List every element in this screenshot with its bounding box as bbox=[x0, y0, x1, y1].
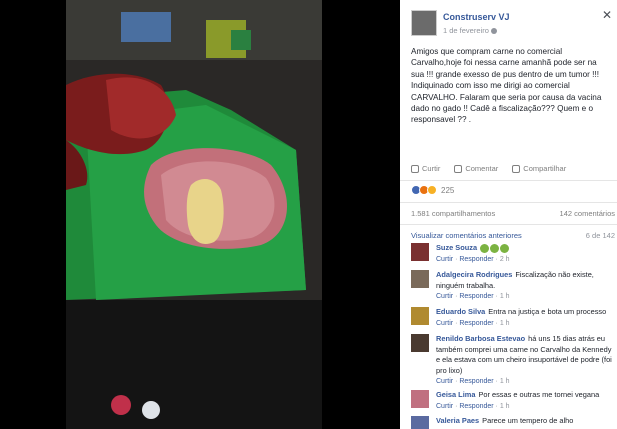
post-date-text: 1 de fevereiro bbox=[443, 26, 489, 35]
comment-icon bbox=[454, 164, 463, 173]
emoji-icon bbox=[500, 243, 510, 253]
close-icon[interactable]: ✕ bbox=[601, 9, 613, 21]
like-label: Curtir bbox=[422, 164, 441, 173]
comment-reply-link[interactable]: Responder bbox=[459, 293, 493, 300]
comment-time: 2 h bbox=[499, 255, 510, 263]
comment-like-link[interactable]: Curtir bbox=[436, 293, 453, 300]
comment-body: Renildo Barbosa Estevao há uns 15 dias at… bbox=[436, 334, 614, 388]
divider bbox=[400, 224, 617, 225]
comment-body: Eduardo Silva Entra na justiça e bota um … bbox=[436, 307, 614, 329]
comment-body: Adalgecira Rodrigues Fiscalização não exi… bbox=[436, 270, 614, 303]
comment-time: 1 h bbox=[499, 378, 510, 385]
commenter-avatar[interactable] bbox=[411, 307, 429, 325]
commenter-name[interactable]: Adalgecira Rodrigues bbox=[436, 270, 512, 279]
reaction-count: 225 bbox=[441, 185, 455, 195]
like-button[interactable]: Curtir bbox=[411, 164, 440, 173]
sad-reaction-icon bbox=[427, 185, 437, 195]
comment-meta: Curtir · Responder · 1 h bbox=[436, 402, 510, 410]
previous-comments-count: 6 de 142 bbox=[585, 231, 615, 240]
comment-label: Comentar bbox=[465, 164, 499, 173]
comment-reply-link[interactable]: Responder bbox=[459, 320, 493, 327]
comment-text: Parece um tempero de alho bbox=[482, 416, 574, 425]
commenter-avatar[interactable] bbox=[411, 390, 429, 408]
comment-time: 1 h bbox=[499, 319, 510, 327]
comment-meta: Curtir · Responder · 1 h bbox=[436, 319, 510, 327]
comment-meta: Curtir · Responder · 1 h bbox=[436, 378, 510, 385]
commenter-avatar[interactable] bbox=[411, 243, 429, 261]
post-text: Amigos que compram carne no comercial Ca… bbox=[411, 47, 602, 125]
comment-body: Suze Souza Curtir · Responder · 2 h bbox=[436, 243, 614, 265]
comment-like-link[interactable]: Curtir bbox=[436, 378, 453, 385]
comment-reply-link[interactable]: Responder bbox=[459, 403, 493, 410]
globe-icon bbox=[490, 28, 497, 35]
divider bbox=[400, 202, 617, 203]
commenter-name[interactable]: Renildo Barbosa Estevao bbox=[436, 334, 525, 343]
meat-photo-image bbox=[66, 0, 322, 429]
post-date[interactable]: 1 de fevereiro bbox=[443, 26, 497, 35]
comments-count[interactable]: 142 comentários bbox=[560, 209, 615, 218]
commenter-avatar[interactable] bbox=[411, 416, 429, 429]
share-icon bbox=[512, 164, 521, 173]
comment-text: Entra na justiça e bota um processo bbox=[488, 307, 607, 316]
view-previous-comments-link[interactable]: Visualizar comentários anteriores bbox=[411, 231, 522, 240]
comment-reply-link[interactable]: Responder bbox=[459, 256, 493, 263]
commenter-avatar[interactable] bbox=[411, 334, 429, 352]
post-panel: Construserv VJ 1 de fevereiro ✕ Amigos q… bbox=[400, 0, 617, 429]
post-photo[interactable] bbox=[66, 0, 322, 429]
comment-like-link[interactable]: Curtir bbox=[436, 403, 453, 410]
comment-body: Valeria Paes Parece um tempero de alho bbox=[436, 416, 614, 427]
commenter-name[interactable]: Suze Souza bbox=[436, 243, 477, 252]
author-avatar[interactable] bbox=[411, 10, 437, 36]
post-actions: Curtir Comentar Compartilhar bbox=[411, 164, 611, 173]
comment-time: 1 h bbox=[499, 293, 510, 300]
comment-button[interactable]: Comentar bbox=[454, 164, 498, 173]
photo-viewer: Construserv VJ 1 de fevereiro ✕ Amigos q… bbox=[0, 0, 617, 429]
shares-count[interactable]: 1.581 compartilhamentos bbox=[411, 209, 495, 218]
post-header: Construserv VJ 1 de fevereiro ✕ bbox=[400, 0, 617, 42]
comment-body: Geisa Lima Por essas e outras me tornei v… bbox=[436, 390, 614, 412]
share-button[interactable]: Compartilhar bbox=[512, 164, 566, 173]
commenter-name[interactable]: Valeria Paes bbox=[436, 416, 479, 425]
commenter-name[interactable]: Eduardo Silva bbox=[436, 307, 485, 316]
comment-meta: Curtir · Responder · 2 h bbox=[436, 255, 510, 263]
share-label: Compartilhar bbox=[523, 164, 567, 173]
comment-meta: Curtir · Responder · 1 h bbox=[436, 293, 510, 300]
divider bbox=[400, 180, 617, 181]
author-name[interactable]: Construserv VJ bbox=[443, 12, 510, 22]
commenter-avatar[interactable] bbox=[411, 270, 429, 288]
comment-time: 1 h bbox=[499, 402, 510, 410]
emoji-icon bbox=[480, 243, 490, 253]
comment-reply-link[interactable]: Responder bbox=[459, 378, 493, 385]
comment-text: Por essas e outras me tornei vegana bbox=[478, 390, 600, 399]
comment-like-link[interactable]: Curtir bbox=[436, 320, 453, 327]
like-icon bbox=[411, 164, 419, 173]
comment-like-link[interactable]: Curtir bbox=[436, 256, 453, 263]
emoji-icon bbox=[490, 243, 500, 253]
reactions-summary[interactable]: 225 bbox=[411, 185, 454, 195]
commenter-name[interactable]: Geisa Lima bbox=[436, 390, 475, 399]
